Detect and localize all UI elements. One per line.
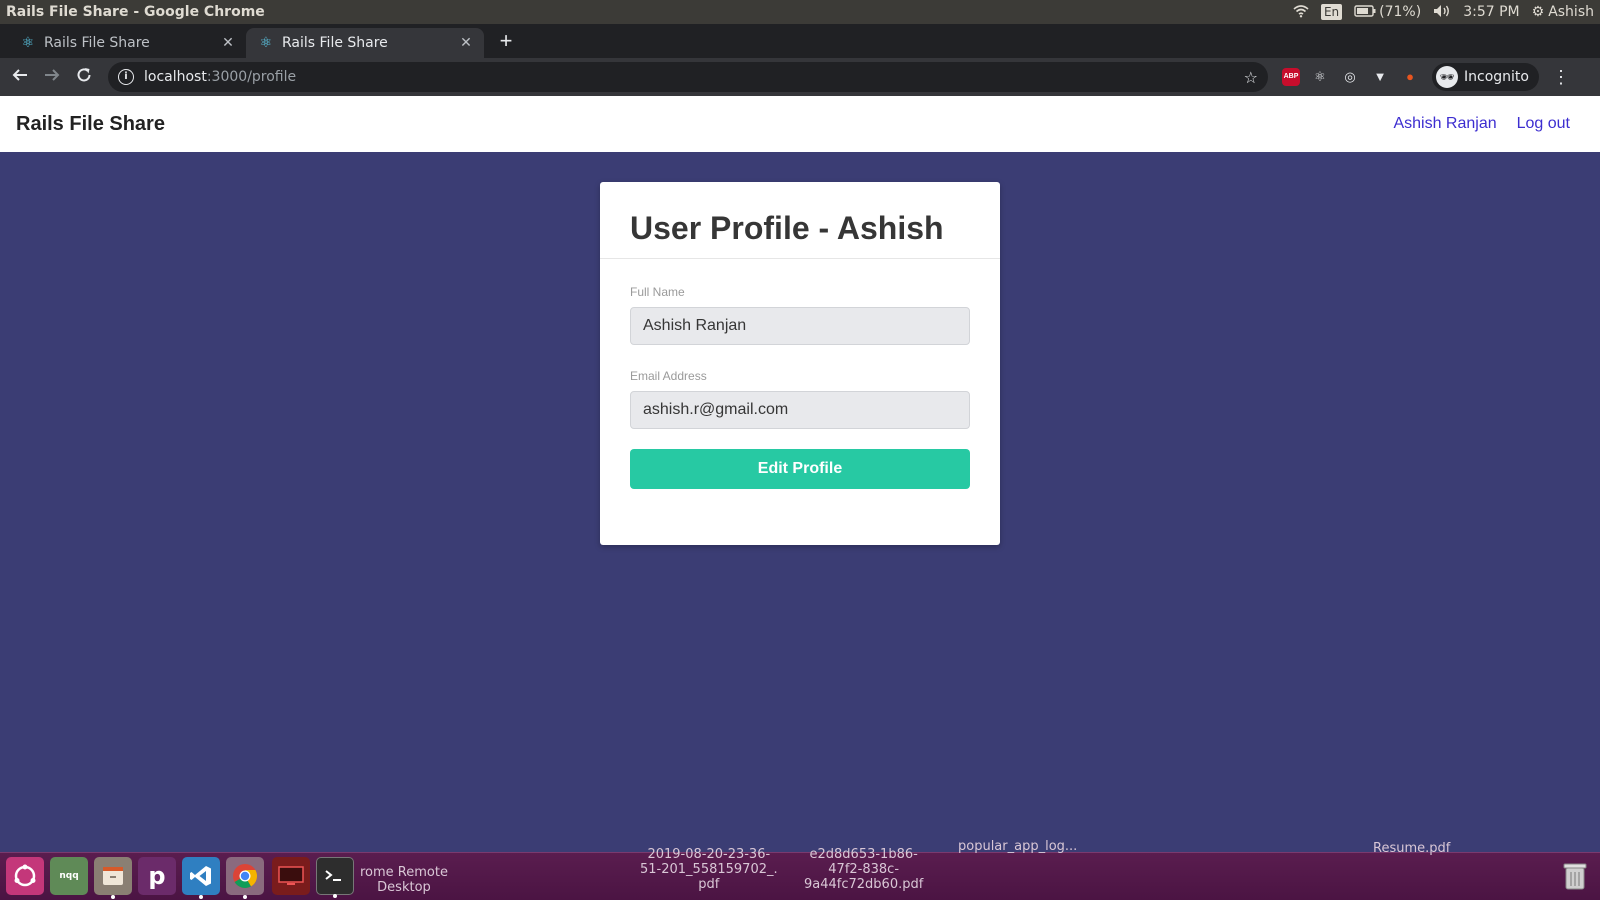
tampermonkey-icon[interactable]: ●	[1400, 67, 1420, 87]
arrow-left-icon	[12, 69, 27, 81]
files-icon[interactable]	[94, 857, 132, 899]
react-favicon-icon: ⚛	[259, 35, 273, 51]
app-navbar: Rails File Share Ashish Ranjan Log out	[0, 96, 1600, 152]
incognito-label: Incognito	[1464, 69, 1529, 85]
session-user: Ashish	[1548, 4, 1594, 20]
tab-title: Rails File Share	[282, 35, 388, 51]
gear-icon: ⚙	[1531, 4, 1545, 20]
page-title: User Profile - Ashish	[630, 210, 944, 246]
edit-profile-button[interactable]: Edit Profile	[630, 449, 970, 489]
email-field[interactable]: ashish.r@gmail.com	[630, 391, 970, 429]
forward-button[interactable]	[38, 63, 66, 91]
logout-link[interactable]: Log out	[1517, 115, 1570, 133]
reload-icon	[77, 68, 91, 82]
url-host: localhost	[144, 69, 207, 85]
nav-links: Ashish Ranjan Log out	[1393, 115, 1584, 133]
full-name-label: Full Name	[630, 285, 685, 299]
close-icon[interactable]: ✕	[458, 35, 474, 51]
react-favicon-icon: ⚛	[21, 35, 35, 51]
taskbar: nqq p rome Remote Desktop 2019-08-20-23-…	[0, 839, 1600, 900]
email-label: Email Address	[630, 369, 707, 383]
chrome-menu-icon[interactable]: ⋮	[1551, 67, 1571, 88]
browser-tab-1[interactable]: ⚛ Rails File Share ✕	[8, 28, 246, 58]
keyboard-language[interactable]: En	[1320, 4, 1343, 20]
browser-tab-2[interactable]: ⚛ Rails File Share ✕	[246, 28, 484, 58]
rdp-icon[interactable]	[272, 857, 310, 895]
clock[interactable]: 3:57 PM	[1463, 4, 1519, 20]
card-header: User Profile - Ashish	[600, 182, 1000, 259]
desktop-file-pdf-1[interactable]: 2019-08-20-23-36- 51-201_558159702_. pdf	[640, 847, 778, 892]
ubuntu-icon[interactable]	[6, 857, 44, 895]
terminal-icon[interactable]	[316, 857, 354, 898]
incognito-indicator[interactable]: 🕶 Incognito	[1432, 63, 1539, 91]
target-icon[interactable]: ◎	[1340, 67, 1360, 87]
chrome-icon[interactable]	[226, 857, 264, 899]
battery-percentage: (71%)	[1379, 4, 1422, 20]
adblock-plus-icon[interactable]: ABP	[1282, 68, 1300, 86]
profile-form: Full Name Ashish Ranjan Email Address as…	[600, 259, 1000, 489]
desktop-file-pdf-2[interactable]: e2d8d653-1b86- 47f2-838c- 9a44fc72db60.p…	[804, 847, 923, 892]
volume-icon[interactable]	[1433, 4, 1451, 21]
tab-strip: ⚛ Rails File Share ✕ ⚛ Rails File Share …	[0, 24, 1600, 58]
desktop-file-log[interactable]: popular_app_log...	[958, 839, 1077, 854]
new-tab-button[interactable]: +	[492, 28, 520, 56]
address-bar[interactable]: i localhost:3000/profile ☆	[108, 62, 1268, 92]
react-devtools-icon[interactable]: ⚛	[1310, 67, 1330, 87]
session-menu[interactable]: ⚙ Ashish	[1532, 4, 1594, 20]
trash-icon[interactable]	[1556, 857, 1594, 895]
bookmark-star-icon[interactable]: ☆	[1244, 68, 1258, 87]
info-icon[interactable]: i	[118, 69, 134, 85]
postman-icon[interactable]: p	[138, 857, 176, 895]
desktop-file-chrome-remote[interactable]: rome Remote Desktop	[360, 865, 448, 895]
browser-toolbar: i localhost:3000/profile ☆ ABP ⚛ ◎ ▼ ● 🕶…	[0, 58, 1600, 96]
incognito-icon: 🕶	[1436, 66, 1458, 88]
wifi-icon[interactable]	[1293, 4, 1309, 21]
vscode-icon[interactable]	[182, 857, 220, 899]
desktop-file-resume[interactable]: Resume.pdf	[1373, 841, 1450, 856]
battery-icon	[1354, 4, 1376, 20]
nqq-icon[interactable]: nqq	[50, 857, 88, 895]
battery-indicator[interactable]: (71%)	[1354, 4, 1421, 20]
brand-logo[interactable]: Rails File Share	[16, 113, 165, 136]
vue-devtools-icon[interactable]: ▼	[1370, 67, 1390, 87]
os-top-bar: Rails File Share - Google Chrome En (71%…	[0, 0, 1600, 24]
window-title: Rails File Share - Google Chrome	[6, 4, 265, 20]
back-button[interactable]	[6, 63, 34, 91]
reload-button[interactable]	[70, 63, 98, 91]
url-path: :3000/profile	[206, 69, 297, 85]
profile-card: User Profile - Ashish Full Name Ashish R…	[600, 182, 1000, 545]
user-profile-link[interactable]: Ashish Ranjan	[1393, 115, 1496, 133]
arrow-right-icon	[45, 69, 60, 81]
extensions-row: ABP ⚛ ◎ ▼ ●	[1282, 67, 1420, 87]
close-icon[interactable]: ✕	[220, 35, 236, 51]
full-name-field[interactable]: Ashish Ranjan	[630, 307, 970, 345]
nqq-label: nqq	[59, 871, 79, 881]
system-tray: En (71%) 3:57 PM ⚙ Ashish	[1293, 4, 1594, 21]
tab-title: Rails File Share	[44, 35, 150, 51]
